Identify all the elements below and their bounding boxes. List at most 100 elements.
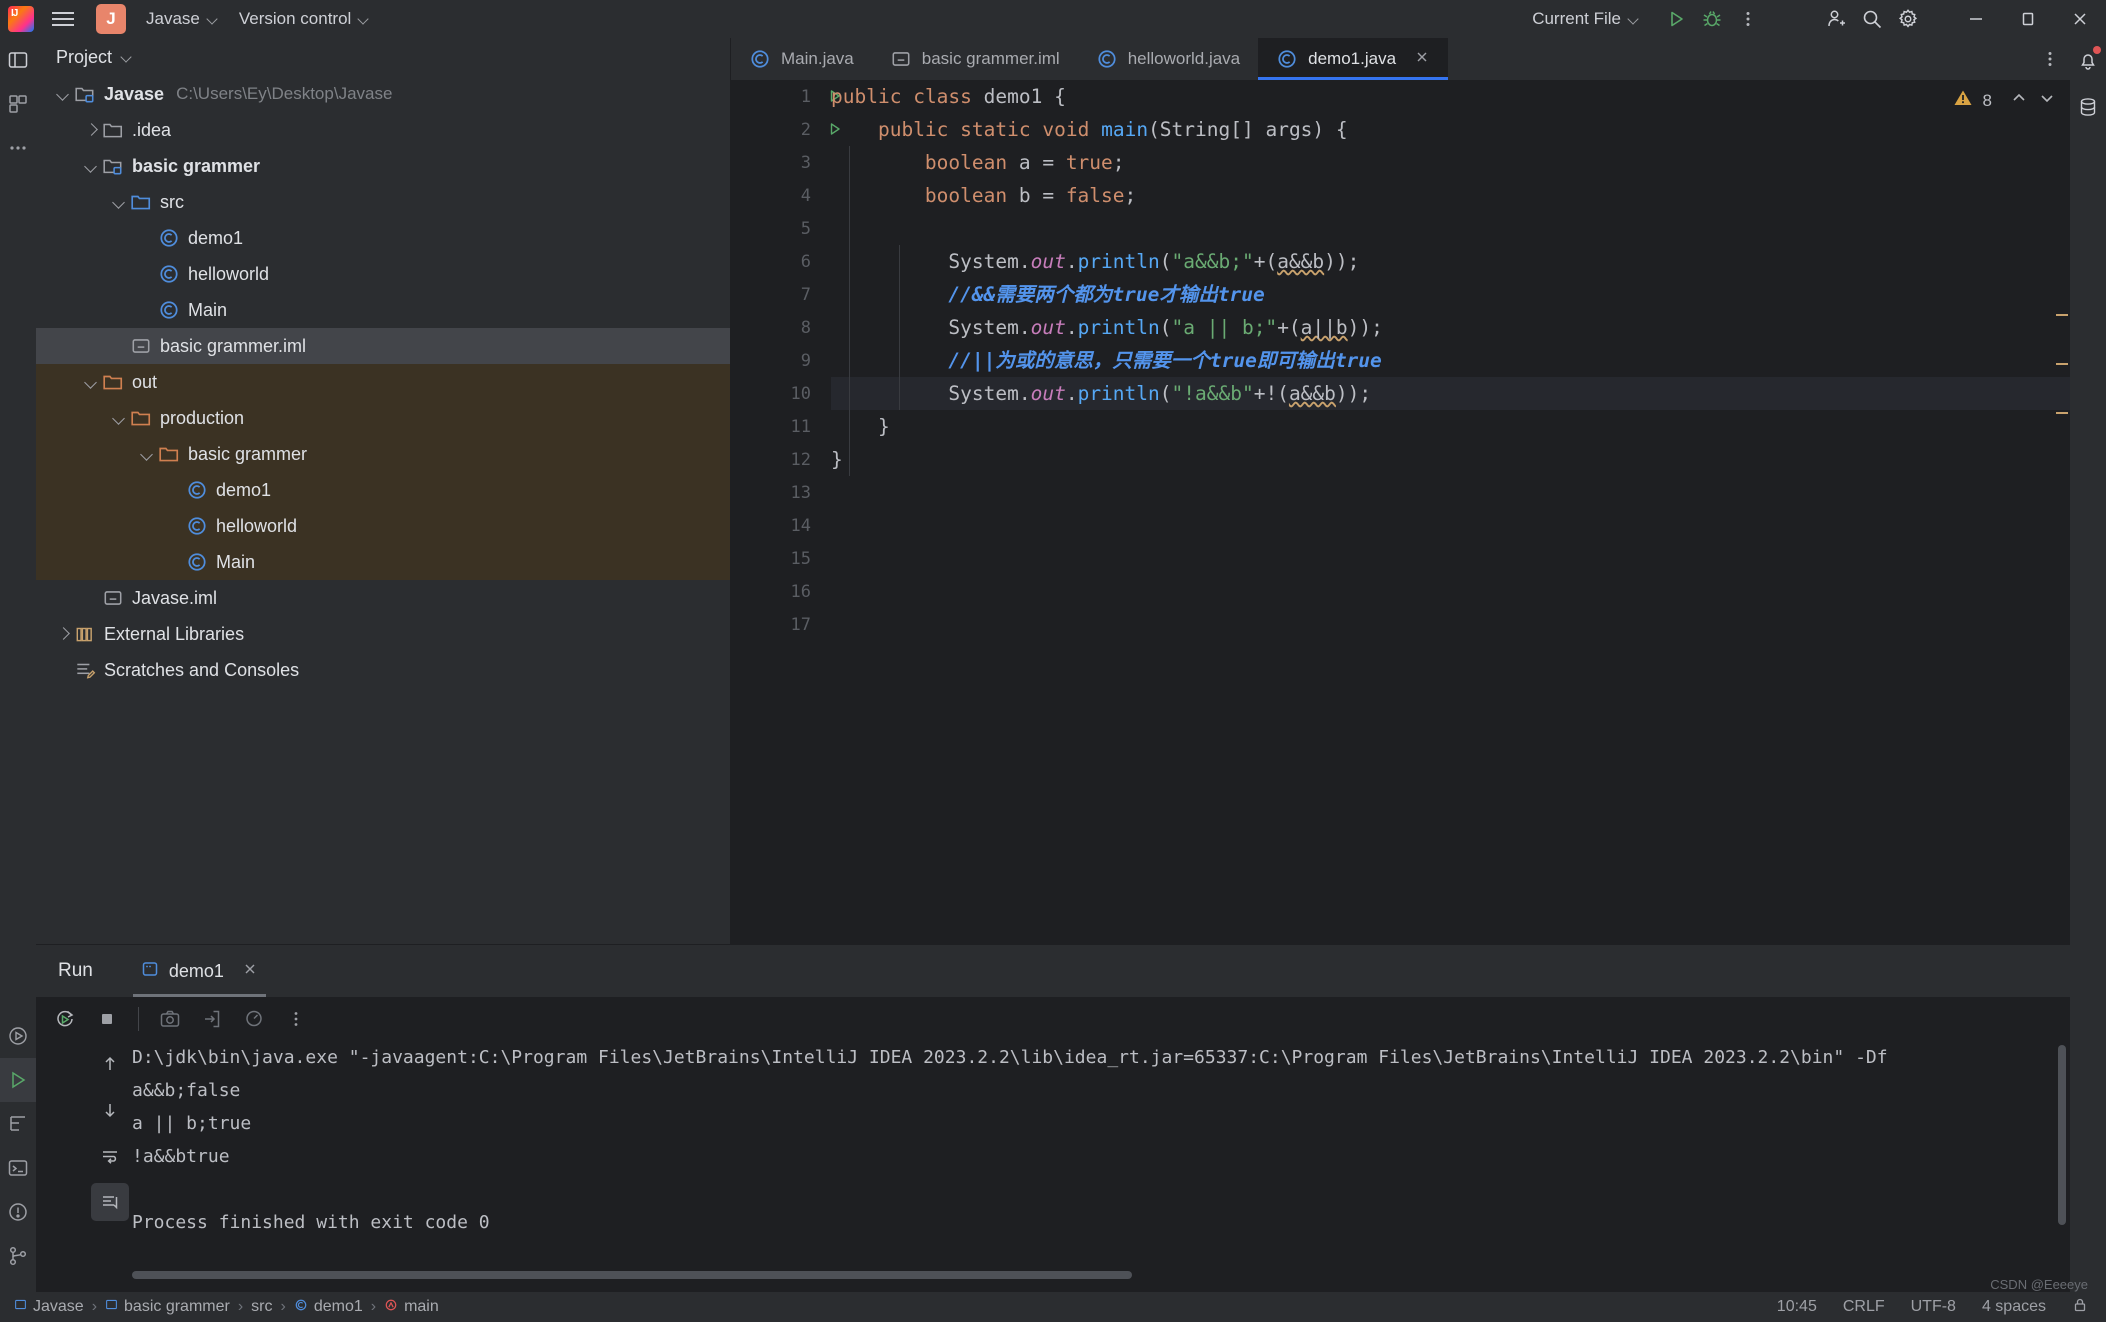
code-lines[interactable]: public class demo1 { public static void … (831, 80, 2070, 944)
code-line-12[interactable]: } (831, 443, 2070, 476)
stripe-marker[interactable] (2056, 314, 2068, 316)
project-panel-header[interactable]: Project (36, 38, 730, 76)
tree-node-src[interactable]: src (36, 184, 730, 220)
chevron-down-icon[interactable] (110, 408, 130, 428)
encoding-widget[interactable]: UTF-8 (1911, 1298, 1956, 1316)
run-configuration-selector[interactable]: Current File (1522, 4, 1650, 34)
more-vertical-icon[interactable] (277, 1000, 315, 1038)
debug-icon[interactable] (1694, 0, 1730, 38)
stripe-marker[interactable] (2056, 412, 2068, 414)
tree-node-main[interactable]: Main (36, 544, 730, 580)
tree-node-out[interactable]: out (36, 364, 730, 400)
console-output[interactable]: D:\jdk\bin\java.exe "-javaagent:C:\Progr… (132, 1041, 2054, 1255)
gutter-line-9[interactable]: 9 (731, 344, 821, 377)
run-icon[interactable] (1658, 0, 1694, 38)
tree-node-basic-grammer[interactable]: basic grammer (36, 148, 730, 184)
inspection-widget[interactable]: 8 (1953, 88, 2056, 113)
editor-tab-demo1-java[interactable]: demo1.java (1258, 38, 1449, 80)
gutter-line-2[interactable]: 2 (731, 113, 840, 146)
run-tool-icon[interactable] (0, 1014, 36, 1058)
search-icon[interactable] (1854, 0, 1890, 38)
tree-node-production[interactable]: production (36, 400, 730, 436)
close-icon[interactable] (1414, 49, 1430, 70)
version-control-icon[interactable] (0, 1234, 36, 1278)
run-panel-icon[interactable] (0, 1058, 36, 1102)
chevron-right-icon[interactable] (82, 120, 102, 140)
code-line-1[interactable]: public class demo1 { (831, 80, 2070, 113)
project-tool-icon[interactable] (0, 38, 36, 82)
gutter-line-11[interactable]: 11 (731, 410, 821, 443)
tree-node-demo1[interactable]: demo1 (36, 472, 730, 508)
breadcrumb-item-main[interactable]: main (384, 1298, 439, 1317)
chevron-down-icon[interactable] (110, 192, 130, 212)
code-line-14[interactable] (831, 509, 2070, 542)
code-line-11[interactable]: } (831, 410, 2070, 443)
code-line-9[interactable]: //||为或的意思，只需要一个true即可输出true (831, 344, 2070, 377)
version-control-dropdown[interactable]: Version control (229, 4, 380, 34)
lock-icon[interactable] (2072, 1297, 2088, 1318)
gear-icon[interactable] (1890, 0, 1926, 38)
code-line-4[interactable]: boolean b = false; (831, 179, 2070, 212)
breadcrumb-item-basic-grammer[interactable]: basic grammer (105, 1298, 230, 1316)
editor-gutter[interactable]: 1 2 3 4 5 6 7 8 9 10 11 12 13 14 15 16 17 (731, 80, 840, 944)
breadcrumb-item-demo1[interactable]: demo1 (294, 1298, 363, 1317)
more-vertical-icon[interactable] (1730, 0, 1766, 38)
chevron-down-icon[interactable] (54, 84, 74, 104)
code-line-8[interactable]: System.out.println("a || b;"+(a||b)); (831, 311, 2070, 344)
gutter-line-1[interactable]: 1 (731, 80, 840, 113)
gutter-line-4[interactable]: 4 (731, 179, 821, 212)
indent-widget[interactable]: 4 spaces (1982, 1298, 2046, 1316)
error-stripe-marker-bar[interactable] (2054, 80, 2070, 944)
tree-node-demo1[interactable]: demo1 (36, 220, 730, 256)
tree-node-scratches-and-consoles[interactable]: Scratches and Consoles (36, 652, 730, 688)
code-line-16[interactable] (831, 575, 2070, 608)
more-tools-icon[interactable] (0, 126, 36, 170)
tree-node-javase[interactable]: Javase C:\Users\Ey\Desktop\Javase (36, 76, 730, 112)
code-line-13[interactable] (831, 476, 2070, 509)
gutter-line-8[interactable]: 8 (731, 311, 821, 344)
code-line-5[interactable] (831, 212, 2070, 245)
tree-node-main[interactable]: Main (36, 292, 730, 328)
main-menu-icon[interactable] (48, 0, 78, 38)
tree-node-helloworld[interactable]: helloworld (36, 256, 730, 292)
code-line-15[interactable] (831, 542, 2070, 575)
gutter-line-17[interactable]: 17 (731, 608, 821, 641)
breadcrumb-item-javase[interactable]: Javase (14, 1298, 84, 1316)
chevron-down-icon[interactable] (82, 156, 102, 176)
gutter-line-6[interactable]: 6 (731, 245, 821, 278)
breadcrumb-item-src[interactable]: src (251, 1298, 272, 1316)
database-icon[interactable] (2070, 84, 2106, 130)
terminal-tool-icon[interactable] (0, 1146, 36, 1190)
arrow-down-icon[interactable] (91, 1091, 129, 1129)
gutter-line-7[interactable]: 7 (731, 278, 821, 311)
tree-node-basic-grammer-iml[interactable]: basic grammer.iml (36, 328, 730, 364)
tree-node-basic-grammer[interactable]: basic grammer (36, 436, 730, 472)
problems-tool-icon[interactable] (0, 1190, 36, 1234)
scroll-to-end-icon[interactable] (91, 1183, 129, 1221)
code-line-3[interactable]: boolean a = true; (831, 146, 2070, 179)
code-line-6[interactable]: System.out.println("a&&b;"+(a&&b)); (831, 245, 2070, 278)
profiler-icon[interactable] (235, 1000, 273, 1038)
editor-tab-helloworld-java[interactable]: helloworld.java (1078, 38, 1258, 80)
gutter-line-13[interactable]: 13 (731, 476, 821, 509)
gutter-line-10[interactable]: 10 (731, 377, 821, 410)
gutter-line-16[interactable]: 16 (731, 575, 821, 608)
rerun-icon[interactable] (46, 1000, 84, 1038)
close-button[interactable] (2054, 0, 2106, 38)
chevron-right-icon[interactable] (54, 624, 74, 644)
project-name-dropdown[interactable]: Javase (136, 4, 229, 34)
code-line-10[interactable]: System.out.println("!a&&b"+!(a&&b)); (831, 377, 2070, 410)
tree-node-external-libraries[interactable]: External Libraries (36, 616, 730, 652)
tree-node-helloworld[interactable]: helloworld (36, 508, 730, 544)
gutter-line-14[interactable]: 14 (731, 509, 821, 542)
gutter-line-5[interactable]: 5 (731, 212, 821, 245)
gutter-line-12[interactable]: 12 (731, 443, 821, 476)
chevron-down-icon[interactable] (122, 52, 133, 63)
code-line-17[interactable] (831, 608, 2070, 641)
notifications-icon[interactable] (2070, 38, 2106, 84)
close-icon[interactable] (242, 961, 258, 982)
run-tab-demo1[interactable]: demo1 (127, 945, 272, 997)
tree-node-javase-iml[interactable]: Javase.iml (36, 580, 730, 616)
code-line-7[interactable]: //&&需要两个都为true才输出true (831, 278, 2070, 311)
editor-tab-main-java[interactable]: Main.java (731, 38, 872, 80)
